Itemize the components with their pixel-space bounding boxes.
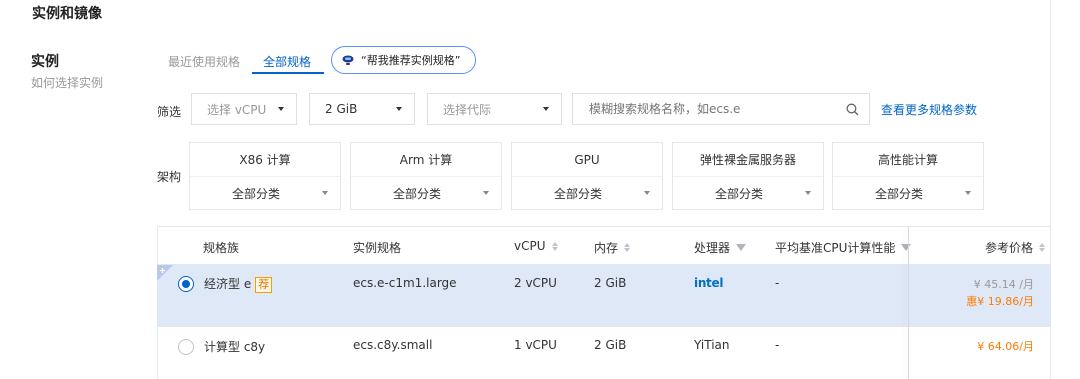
arch-card-arm[interactable]: Arm 计算 全部分类: [350, 142, 502, 210]
recommend-spec-label: “帮我推荐实例规格”: [361, 54, 461, 67]
row-memory: 2 GiB: [594, 338, 627, 352]
row-spec: ecs.c8y.small: [353, 338, 433, 352]
arch-card-title: 高性能计算: [833, 143, 983, 177]
tab-recent-specs[interactable]: 最近使用规格: [168, 53, 240, 70]
arch-category-value: 全部分类: [714, 186, 763, 201]
col-header-memory[interactable]: 内存: [594, 239, 631, 256]
row-baseline: -: [775, 338, 780, 352]
caret-down-icon: [965, 191, 971, 195]
price-unit: /月: [1019, 340, 1034, 353]
recommend-spec-button[interactable]: “帮我推荐实例规格”: [331, 46, 476, 74]
caret-down-icon: [805, 191, 811, 195]
row-price: ¥ 64.06/月: [940, 338, 1034, 354]
arch-card-hpc[interactable]: 高性能计算 全部分类: [832, 142, 984, 210]
arch-card-bare-metal[interactable]: 弹性裸金属服务器 全部分类: [672, 142, 824, 210]
arch-card-title: GPU: [512, 143, 662, 177]
arch-card-x86[interactable]: X86 计算 全部分类: [189, 142, 341, 210]
arch-category-select[interactable]: 全部分类: [351, 177, 501, 209]
arch-category-select[interactable]: 全部分类: [673, 177, 823, 209]
section-title: 实例和镜像: [32, 6, 102, 22]
price-value: ¥ 64.06: [977, 340, 1020, 353]
arch-category-value: 全部分类: [553, 186, 602, 201]
col-header-processor[interactable]: 处理器: [694, 239, 747, 256]
generation-select-placeholder: 选择代际: [443, 102, 492, 117]
vcpu-select[interactable]: 选择 vCPU: [191, 93, 297, 125]
col-header-vcpu[interactable]: vCPU: [514, 239, 558, 253]
panel-divider: [1050, 0, 1051, 379]
row-radio-selected[interactable]: [178, 276, 194, 292]
tab-all-specs[interactable]: 全部规格: [263, 53, 311, 70]
caret-down-icon: [278, 107, 284, 111]
arch-card-title: 弹性裸金属服务器: [673, 143, 823, 177]
col-header-baseline[interactable]: 平均基准CPU计算性能: [775, 239, 912, 256]
row-family: 计算型 c8y: [204, 340, 266, 354]
instance-help-link[interactable]: 如何选择实例: [31, 74, 103, 91]
assistant-icon: [342, 55, 354, 65]
row-price-discount: 惠¥ 19.86/月: [940, 293, 1034, 309]
arch-category-select[interactable]: 全部分类: [833, 177, 983, 209]
sort-icon[interactable]: [624, 243, 631, 252]
vcpu-select-placeholder: 选择 vCPU: [207, 102, 267, 117]
filter-label: 筛选: [157, 105, 182, 119]
caret-down-icon: [322, 191, 328, 195]
arch-card-title: Arm 计算: [351, 143, 501, 177]
row-divider: [157, 326, 1050, 327]
memory-select-value: 2 GiB: [325, 102, 358, 116]
arch-category-value: 全部分类: [874, 186, 923, 201]
row-memory: 2 GiB: [594, 276, 627, 290]
arch-category-value: 全部分类: [392, 186, 441, 201]
arch-category-select[interactable]: 全部分类: [190, 177, 340, 209]
caret-down-icon: [396, 107, 402, 111]
instance-label: 实例: [31, 54, 59, 70]
col-header-family: 规格族: [203, 241, 240, 255]
row-spec: ecs.e-c1m1.large: [353, 276, 457, 290]
caret-down-icon: [644, 191, 650, 195]
col-header-spec: 实例规格: [353, 241, 402, 255]
discount-value: ¥ 19.86: [977, 295, 1020, 308]
sort-icon[interactable]: [1039, 243, 1046, 252]
arch-card-title: X86 计算: [190, 143, 340, 177]
active-tab-indicator: [252, 72, 324, 74]
memory-select[interactable]: 2 GiB: [309, 93, 415, 125]
search-icon[interactable]: [846, 103, 859, 116]
row-price-original: ¥ 45.14 /月: [973, 278, 1034, 291]
filter-icon[interactable]: [901, 244, 912, 251]
caret-down-icon: [543, 107, 549, 111]
generation-select[interactable]: 选择代际: [427, 93, 562, 125]
arch-category-select[interactable]: 全部分类: [512, 177, 662, 209]
spec-search-input[interactable]: [589, 102, 846, 116]
architecture-label: 架构: [157, 170, 182, 184]
filter-icon[interactable]: [736, 244, 747, 251]
row-vcpu: 2 vCPU: [514, 276, 557, 290]
table-row-selected[interactable]: [157, 265, 1050, 327]
caret-down-icon: [483, 191, 489, 195]
price-column-divider: [908, 227, 909, 379]
recommended-badge: 荐: [255, 277, 273, 293]
col-header-price[interactable]: 参考价格: [985, 239, 1046, 256]
price-unit: /月: [1019, 295, 1034, 308]
row-vcpu: 1 vCPU: [514, 338, 557, 352]
corner-plus-icon: [157, 265, 173, 281]
row-family: 经济型 e荐: [204, 275, 273, 293]
intel-logo: intel: [694, 276, 724, 290]
spec-search-box[interactable]: [572, 93, 870, 125]
row-radio[interactable]: [178, 339, 194, 355]
arch-card-gpu[interactable]: GPU 全部分类: [511, 142, 663, 210]
more-spec-params-link[interactable]: 查看更多规格参数: [881, 101, 977, 118]
arch-category-value: 全部分类: [231, 186, 280, 201]
row-processor: YiTian: [694, 338, 730, 352]
sort-icon[interactable]: [551, 241, 558, 251]
row-baseline: -: [775, 276, 780, 290]
discount-badge: 惠: [966, 295, 978, 308]
